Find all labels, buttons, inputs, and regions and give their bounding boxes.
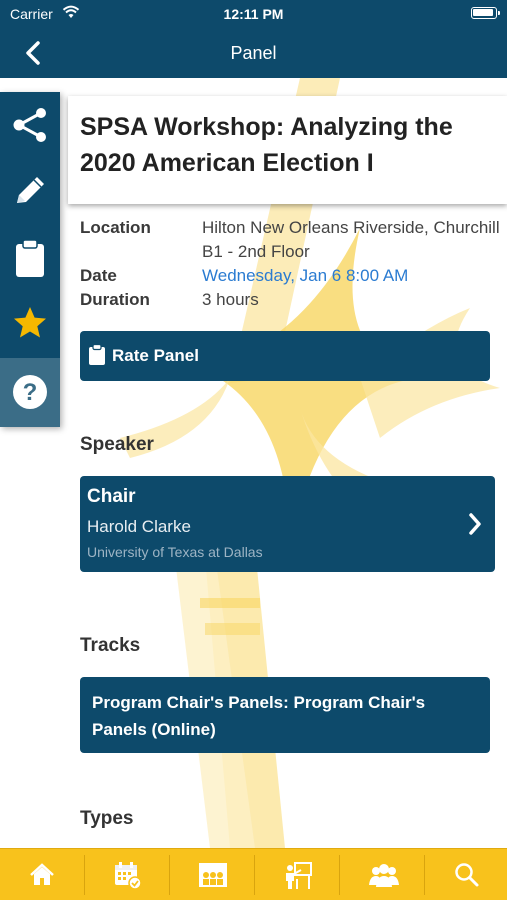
tab-presenters[interactable]: [255, 849, 339, 900]
speaker-card[interactable]: Chair Harold Clarke University of Texas …: [80, 476, 495, 572]
tab-attendees[interactable]: [340, 849, 424, 900]
speaker-organization: University of Texas at Dallas: [87, 544, 263, 560]
calendar-icon: [115, 862, 142, 890]
presentation-icon: [199, 863, 227, 887]
help-button[interactable]: ?: [0, 358, 60, 427]
side-action-rail: ?: [0, 92, 60, 427]
chevron-right-icon: [469, 513, 481, 535]
favorite-button[interactable]: [0, 290, 60, 356]
people-icon: [369, 864, 399, 887]
tab-home[interactable]: [0, 849, 84, 900]
share-button[interactable]: [0, 92, 60, 158]
navigation-bar: Panel: [0, 28, 507, 78]
tracks-section-title: Tracks: [80, 635, 141, 656]
home-icon: [30, 863, 54, 885]
rate-panel-label: Rate Panel: [112, 346, 199, 365]
detail-location: Location Hilton New Orleans Riverside, C…: [80, 216, 500, 264]
edit-note-button[interactable]: [0, 158, 60, 224]
panel-details: Location Hilton New Orleans Riverside, C…: [80, 216, 500, 312]
detail-label: Date: [80, 266, 117, 285]
speaker-role: Chair: [87, 486, 136, 507]
status-time: 12:11 PM: [223, 6, 284, 22]
detail-label: Duration: [80, 290, 150, 309]
detail-value: Hilton New Orleans Riverside, Churchill …: [202, 218, 500, 261]
types-section-title: Types: [80, 808, 134, 829]
share-icon: [13, 108, 46, 142]
page-title: Panel: [230, 43, 277, 63]
tab-sessions[interactable]: [170, 849, 254, 900]
track-card[interactable]: Program Chair's Panels: Program Chair's …: [80, 677, 490, 753]
pencil-icon: [17, 177, 44, 203]
bottom-tab-bar: [0, 848, 507, 900]
date-link[interactable]: Wednesday, Jan 6 8:00 AM: [202, 264, 408, 288]
panel-title: SPSA Workshop: Analyzing the 2020 Americ…: [80, 113, 453, 177]
detail-date: Date Wednesday, Jan 6 8:00 AM: [80, 264, 500, 288]
speaker-section-title: Speaker: [80, 434, 154, 455]
clipboard-button[interactable]: [0, 224, 60, 290]
battery-icon: [471, 7, 500, 19]
panel-header-card: SPSA Workshop: Analyzing the 2020 Americ…: [68, 96, 507, 204]
detail-label: Location: [80, 218, 151, 237]
tab-schedule[interactable]: [85, 849, 169, 900]
star-icon: [14, 307, 46, 338]
clipboard-icon: [89, 344, 105, 365]
search-icon: [455, 863, 479, 887]
tab-search[interactable]: [425, 849, 507, 900]
rate-panel-button[interactable]: Rate Panel: [80, 331, 490, 381]
speaker-name: Harold Clarke: [87, 517, 191, 536]
panel-content[interactable]: SPSA Workshop: Analyzing the 2020 Americ…: [0, 78, 507, 848]
svg-text:?: ?: [23, 379, 38, 406]
detail-duration: Duration 3 hours: [80, 288, 500, 312]
clipboard-icon: [16, 239, 44, 277]
help-icon: ?: [13, 375, 47, 409]
status-bar: Carrier 12:11 PM: [0, 0, 507, 28]
presenter-icon: [286, 862, 312, 889]
track-label: Program Chair's Panels: Program Chair's …: [92, 693, 426, 739]
detail-value: 3 hours: [202, 290, 259, 309]
